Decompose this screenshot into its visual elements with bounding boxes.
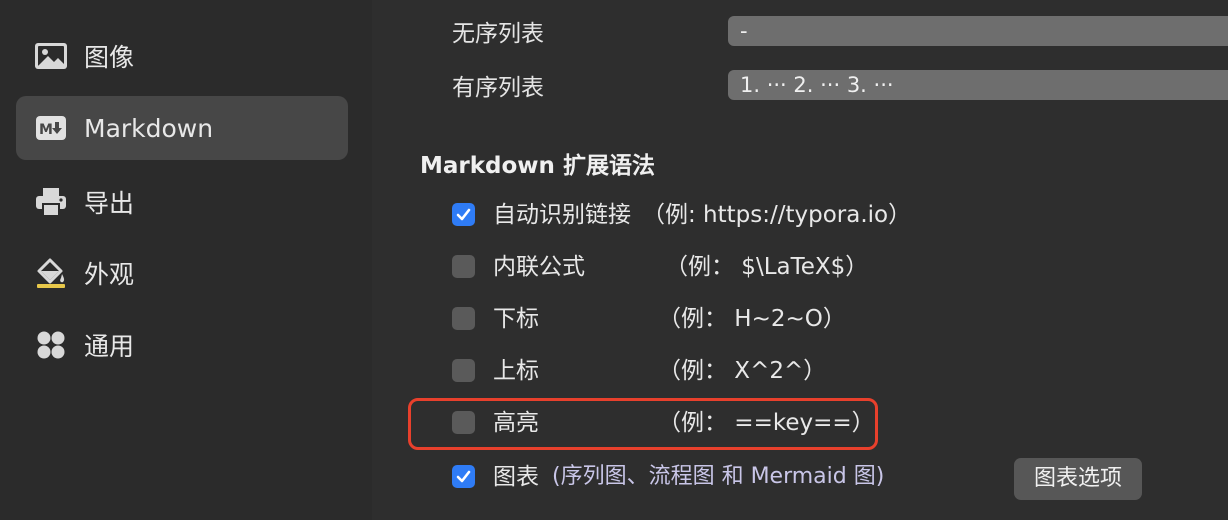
subscript-example: （例： H~2~O） [658,306,846,332]
checkmark-icon [456,208,471,221]
sidebar-item-image[interactable]: 图像 [16,24,348,88]
auto-link-label: 自动识别链接 [493,202,631,228]
ordered-list-label: 有序列表 [452,75,544,101]
diagrams-note: (序列图、流程图 和 Mermaid 图) [552,464,885,489]
grid-icon [34,330,68,360]
inline-math-checkbox[interactable] [452,255,475,278]
diagrams-label: 图表 [493,464,539,490]
sidebar-item-label: 图像 [84,43,135,72]
superscript-checkbox[interactable] [452,359,475,382]
image-icon [34,41,68,71]
markdown-icon: M [34,113,68,143]
sidebar-item-label: 外观 [84,260,135,289]
superscript-example: （例： X^2^） [658,358,827,384]
paint-bucket-icon [34,258,68,288]
sidebar-item-label: Markdown [84,113,214,143]
sidebar-item-general[interactable]: 通用 [16,313,348,377]
unordered-list-select[interactable]: - [728,16,1228,46]
inline-math-label: 内联公式 [493,254,585,280]
auto-link-example: （例: https://typora.io） [642,202,912,228]
sidebar-item-label: 通用 [84,332,135,361]
sidebar-item-markdown[interactable]: M Markdown [16,96,348,160]
sidebar: 图像 M Markdown 导出 外观 通用 [0,0,372,520]
ordered-list-select[interactable]: 1. ··· 2. ··· 3. ··· [728,70,1228,100]
diagrams-checkbox[interactable] [452,465,475,488]
chart-options-button[interactable]: 图表选项 [1014,458,1142,500]
unordered-list-label: 无序列表 [452,21,544,47]
auto-link-checkbox[interactable] [452,203,475,226]
sidebar-item-label: 导出 [84,189,135,218]
sidebar-item-export[interactable]: 导出 [16,170,348,234]
highlight-annotation-frame [408,398,878,450]
sidebar-item-appearance[interactable]: 外观 [16,241,348,305]
extensions-heading: Markdown 扩展语法 [420,153,655,179]
svg-text:M: M [39,122,53,138]
subscript-label: 下标 [493,306,539,332]
printer-icon [34,187,68,217]
checkmark-icon [456,470,471,483]
inline-math-example: （例： $\LaTeX$） [665,254,869,280]
markdown-settings-panel: 无序列表 - 有序列表 1. ··· 2. ··· 3. ··· Markdow… [372,0,1228,520]
subscript-checkbox[interactable] [452,307,475,330]
superscript-label: 上标 [493,358,539,384]
